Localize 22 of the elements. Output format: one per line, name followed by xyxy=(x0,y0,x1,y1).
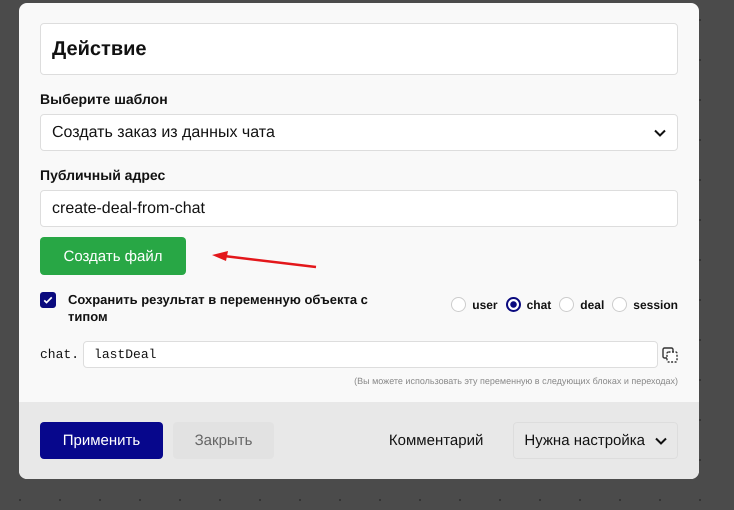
checkmark-icon xyxy=(42,294,54,306)
hint-text: (Вы можете использовать эту переменную в следующих блоках и переходах) xyxy=(354,376,678,386)
comment-link[interactable]: Комментарий xyxy=(388,432,484,449)
copy-icon[interactable] xyxy=(662,346,678,362)
field-label: Публичный адрес xyxy=(40,167,166,183)
status-dropdown[interactable]: Нужна настройка xyxy=(513,422,678,459)
radio-label: user xyxy=(472,298,498,312)
apply-button[interactable]: Применить xyxy=(40,422,163,459)
checkbox[interactable] xyxy=(40,292,56,308)
radio-label: deal xyxy=(580,298,604,312)
radio-label: session xyxy=(633,298,678,312)
variable-prefix: chat. xyxy=(40,347,80,362)
address-field[interactable]: create-deal-from-chat xyxy=(40,190,678,227)
title-field[interactable]: Действие xyxy=(40,23,678,75)
chevron-icon xyxy=(655,436,667,444)
radio-button[interactable] xyxy=(506,297,521,312)
radio-label: chat xyxy=(526,298,552,312)
chevron-icon xyxy=(654,128,666,136)
template-select[interactable]: Создать заказ из данных чата xyxy=(40,114,678,151)
variable-field[interactable]: lastDeal xyxy=(83,341,658,368)
checkbox-label: Сохранить результат в переменную объекта с типом xyxy=(68,291,369,325)
field-label: Выберите шаблон xyxy=(40,91,169,107)
